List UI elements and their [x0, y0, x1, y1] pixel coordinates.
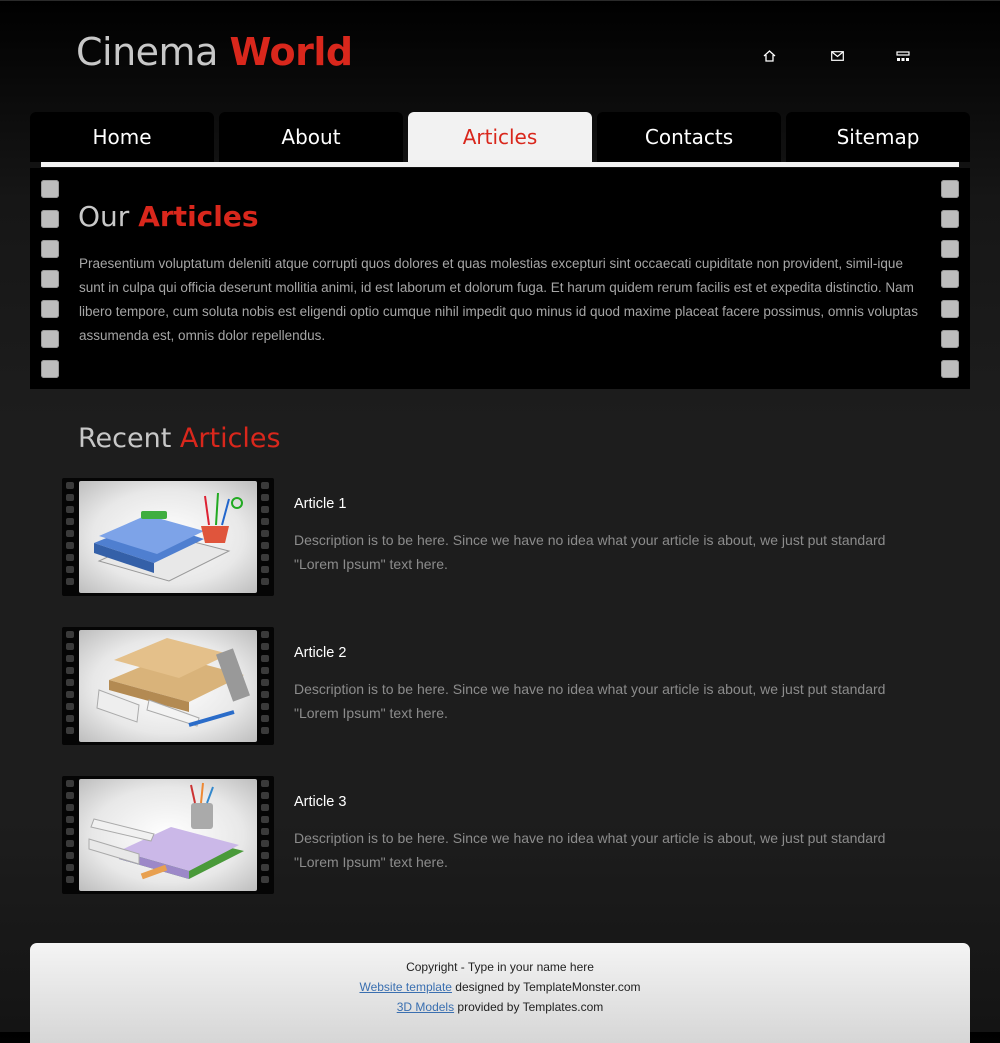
envelope-folder-image — [79, 630, 257, 742]
footer: Copyright - Type in your name here Websi… — [30, 943, 970, 1043]
article-thumbnail[interactable] — [62, 478, 274, 596]
books-image — [79, 779, 257, 891]
article-thumbnail[interactable] — [62, 776, 274, 894]
article-thumbnail[interactable] — [62, 627, 274, 745]
recent-articles-heading: Recent Articles — [78, 423, 281, 454]
folders-image — [79, 481, 257, 593]
tab-about[interactable]: About — [219, 112, 403, 162]
top-icon-bar — [757, 46, 922, 66]
logo-word-cinema: Cinema — [76, 30, 218, 74]
intro-panel: Our Articles Praesentium voluptatum dele… — [30, 168, 970, 389]
footer-template-credit: designed by TemplateMonster.com — [451, 980, 641, 994]
article-title[interactable]: Article 1 — [294, 496, 346, 512]
mail-icon[interactable] — [825, 46, 849, 66]
footer-copyright: Copyright - Type in your name here — [406, 960, 594, 974]
logo-word-world: World — [229, 30, 353, 74]
footer-models-credit: provided by Templates.com — [454, 1000, 604, 1014]
sitemap-icon[interactable] — [891, 46, 915, 66]
website-template-link[interactable]: Website template — [359, 980, 452, 994]
article-title[interactable]: Article 3 — [294, 794, 346, 810]
nav-underline — [41, 162, 959, 167]
intro-text: Praesentium voluptatum deleniti atque co… — [79, 256, 918, 343]
recent-heading-part2: Articles — [179, 423, 281, 454]
tab-sitemap[interactable]: Sitemap — [786, 112, 970, 162]
page-title-part2: Articles — [138, 200, 259, 233]
film-sprockets-left — [41, 180, 59, 390]
footer-line-template: Website template designed by TemplateMon… — [30, 980, 970, 994]
tab-articles[interactable]: Articles — [408, 112, 592, 162]
article-description: Description is to be here. Since we have… — [294, 532, 886, 572]
article-item: Article 3 Description is to be here. Sin… — [62, 776, 962, 896]
recent-heading-part1: Recent — [78, 423, 172, 454]
article-description: Description is to be here. Since we have… — [294, 830, 886, 870]
page-title-part1: Our — [78, 200, 130, 233]
tab-contacts[interactable]: Contacts — [597, 112, 781, 162]
top-border — [0, 0, 1000, 1]
site-logo[interactable]: Cinema World — [76, 30, 353, 74]
home-icon[interactable] — [757, 46, 781, 66]
article-item: Article 2 Description is to be here. Sin… — [62, 627, 962, 747]
tab-home[interactable]: Home — [30, 112, 214, 162]
page-title: Our Articles — [78, 200, 259, 233]
article-item: Article 1 Description is to be here. Sin… — [62, 478, 962, 598]
3d-models-link[interactable]: 3D Models — [397, 1000, 454, 1014]
article-title[interactable]: Article 2 — [294, 645, 346, 661]
footer-line-models: 3D Models provided by Templates.com — [30, 1000, 970, 1014]
main-nav: Home About Articles Contacts Sitemap — [30, 112, 970, 167]
article-description: Description is to be here. Since we have… — [294, 681, 886, 721]
film-sprockets-right — [941, 180, 959, 390]
